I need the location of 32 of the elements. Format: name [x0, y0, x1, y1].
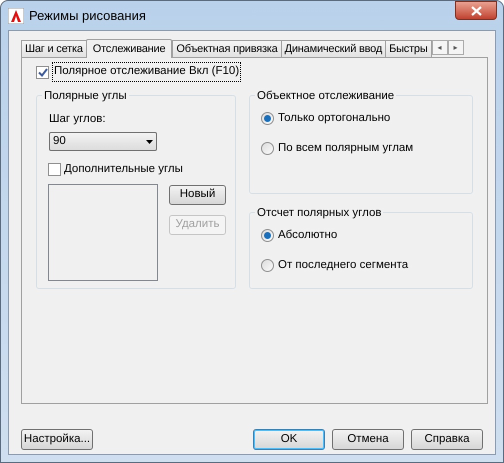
dropdown-arrow-icon	[146, 140, 153, 144]
radio-label[interactable]: От последнего сегмента	[278, 257, 408, 274]
radio-label[interactable]: По всем полярным углам	[278, 140, 414, 158]
new-button[interactable]: Новый	[169, 184, 226, 204]
radio-button[interactable]	[261, 142, 274, 156]
tab[interactable]: Объектная привязка	[172, 40, 282, 57]
settings-button[interactable]: Настройка...	[21, 429, 93, 450]
dialog-button[interactable]: Отмена	[332, 429, 404, 450]
close-icon	[470, 6, 482, 16]
tab[interactable]: Отслеживание	[86, 39, 172, 58]
window-title: Режимы рисования	[29, 6, 146, 25]
radio-label[interactable]: Абсолютно	[278, 227, 338, 244]
dialog-button[interactable]: Справка	[411, 429, 483, 450]
angle-list[interactable]	[48, 184, 158, 280]
app-icon	[8, 8, 24, 24]
checkbox[interactable]	[48, 163, 61, 176]
close-button[interactable]	[455, 1, 497, 20]
scroll-left-button[interactable]: ◂	[432, 40, 448, 55]
radio-button[interactable]	[261, 259, 274, 272]
field-label: Шаг углов:	[49, 112, 107, 127]
checkbox-label[interactable]: Дополнительные углы	[64, 161, 183, 178]
radio-button[interactable]	[261, 112, 274, 126]
radio-button[interactable]	[261, 229, 274, 242]
checkbox[interactable]	[36, 66, 49, 78]
checkbox-label[interactable]: Полярное отслеживание Вкл (F10)	[52, 62, 242, 82]
ok-button[interactable]: OK	[253, 429, 325, 450]
radio-label[interactable]: Только ортогонально	[278, 110, 390, 128]
angle-dropdown[interactable]: 90	[49, 132, 157, 152]
tab[interactable]: Динамический ввод	[280, 40, 386, 57]
scroll-right-button[interactable]: ▸	[448, 40, 464, 55]
tab[interactable]: Шаг и сетка	[21, 40, 87, 57]
tab[interactable]: Быстры	[385, 40, 432, 57]
